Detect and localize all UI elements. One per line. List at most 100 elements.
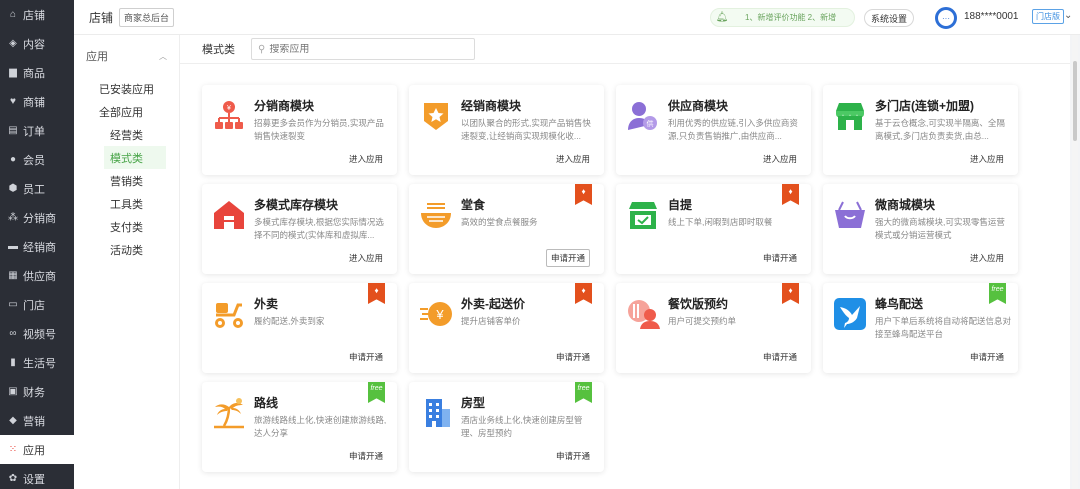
gear-icon: ✿	[8, 473, 18, 484]
nav-item-2[interactable]: ▆ 商品	[0, 58, 74, 87]
app-description: 利用优秀的供应链,引入多供应商资源,只负责售销推广,由供应商...	[668, 118, 798, 141]
subnav-category[interactable]: 经营类	[74, 123, 179, 146]
nav-item-7[interactable]: ⁂ 分销商	[0, 203, 74, 232]
notice-bar[interactable]: 🔔︎ 1、新增评价功能 2、新增	[710, 8, 855, 27]
enter-app-button[interactable]: 进入应用	[349, 252, 383, 264]
nav-item-15[interactable]: ⁙ 应用	[0, 435, 74, 464]
app-card[interactable]: 路线 旅游线路线上化,快速创建旅游线路,达人分享 申请开通 free	[202, 382, 397, 472]
apply-open-button[interactable]: 申请开通	[763, 351, 797, 363]
apply-open-button[interactable]: 申请开通	[970, 351, 1004, 363]
nav-item-1[interactable]: ◈ 内容	[0, 29, 74, 58]
app-card[interactable]: 房型 酒店业务线上化,快速创建房型管理、房型预约 申请开通 free	[409, 382, 604, 472]
nav-item-16[interactable]: ✿ 设置	[0, 464, 74, 489]
app-card[interactable]: ¥ 分销商模块招募更多会员作为分销员,实现产品销售快速裂变进入应用	[202, 85, 397, 175]
nav-item-12[interactable]: ▮ 生活号	[0, 348, 74, 377]
scrollbar-thumb[interactable]	[1073, 61, 1077, 141]
merchant-backend-button[interactable]: 商家总后台	[119, 7, 175, 27]
app-description: 用户可提交预约单	[668, 316, 737, 326]
nav-item-4[interactable]: ▤ 订单	[0, 116, 74, 145]
free-badge-icon: free	[989, 283, 1006, 304]
bookmark-icon: ▮	[10, 357, 16, 368]
apps-icon: ⁙	[8, 444, 18, 455]
avatar[interactable]: ···	[935, 7, 957, 29]
nav-item-0[interactable]: ⌂ 店铺	[0, 0, 74, 29]
app-description: 用户下单后系统将自动将配送信息对接至蜂鸟配送平台	[875, 316, 1011, 339]
app-card[interactable]: ¥ 外卖-起送价 提升店铺客单价 申请开通 ♦	[409, 283, 604, 373]
subnav-category[interactable]: 支付类	[74, 215, 179, 238]
app-card[interactable]: 餐饮版预约 用户可提交预约单 申请开通 ♦	[616, 283, 811, 373]
category-list: 经营类 模式类 营销类 工具类 支付类 活动类	[74, 123, 179, 261]
app-description: 基于云仓概念,可实现半隔离、全隔离模式,多门店负责卖货,由总...	[875, 118, 1005, 141]
app-card[interactable]: 蜂鸟配送用户下单后系统将自动将配送信息对接至蜂鸟配送平台申请开通 free	[823, 283, 1018, 373]
nav-item-label: 内容	[23, 38, 45, 51]
hot-badge-icon: ♦	[368, 283, 385, 304]
nav-item-label: 财务	[23, 386, 45, 399]
subnav-header[interactable]: 应用 ︿	[74, 35, 179, 77]
enter-app-button[interactable]: 进入应用	[970, 252, 1004, 264]
apply-open-button[interactable]: 申请开通	[763, 252, 797, 264]
apply-open-button[interactable]: 申请开通	[349, 351, 383, 363]
app-title: 经销商模块	[461, 99, 522, 113]
category-tab: 模式类	[202, 44, 235, 56]
app-card[interactable]: 经销商模块 以团队聚合的形式,实现产品销售快速裂变,让经销商实现规模化收... 进入…	[409, 85, 604, 175]
app-card[interactable]: 多门店(连锁+加盟) 基于云仓概念,可实现半隔离、全隔离模式,多门店负责卖货,由总…	[823, 85, 1018, 175]
user-phone[interactable]: 188****0001	[964, 11, 1019, 22]
nav-item-3[interactable]: ♥ 商铺	[0, 87, 74, 116]
nav-item-10[interactable]: ▭ 门店	[0, 290, 74, 319]
app-title: 供应商模块	[668, 99, 729, 113]
subnav-installed-apps[interactable]: 已安装应用	[74, 77, 179, 100]
app-card[interactable]: 堂食 高效的堂食点餐服务 申请开通 ♦	[409, 184, 604, 274]
app-description: 多模式库存模块,根据您实际情况选择不同的模式(实体库和虚拟库...	[254, 217, 384, 240]
heart-icon: ♥	[10, 96, 16, 107]
apply-open-button[interactable]: 申请开通	[556, 351, 590, 363]
nav-item-11[interactable]: ∞ 视频号	[0, 319, 74, 348]
chevron-down-icon[interactable]: ⌄	[1064, 10, 1072, 21]
subnav-category[interactable]: 工具类	[74, 192, 179, 215]
nav-item-label: 营销	[23, 415, 45, 428]
scrollbar[interactable]	[1072, 35, 1078, 489]
box-icon: ▦	[8, 270, 18, 281]
app-card[interactable]: 供 供应商模块利用优秀的供应链,引入多供应商资源,只负责售销推广,由供应商... 进…	[616, 85, 811, 175]
dealer-badge-icon	[419, 99, 453, 133]
app-card[interactable]: 外卖 履约配送,外卖到家 申请开通 ♦	[202, 283, 397, 373]
search-box[interactable]: ⚲	[251, 38, 475, 60]
app-description: 招募更多会员作为分销员,实现产品销售快速裂变	[254, 118, 384, 141]
apply-open-button[interactable]: 申请开通	[349, 450, 383, 462]
hotel-icon	[419, 396, 453, 430]
storefront-icon	[833, 99, 867, 133]
nav-item-14[interactable]: ◆ 营销	[0, 406, 74, 435]
enter-app-button[interactable]: 进入应用	[349, 153, 383, 165]
enter-app-button[interactable]: 进入应用	[763, 153, 797, 165]
nav-item-8[interactable]: ▬ 经销商	[0, 232, 74, 261]
apply-open-button[interactable]: 申请开通	[545, 249, 590, 267]
nav-item-label: 员工	[23, 183, 45, 196]
subnav-all-apps[interactable]: 全部应用	[74, 100, 179, 123]
subnav-category[interactable]: 活动类	[74, 238, 179, 261]
app-card[interactable]: 多模式库存模块 多模式库存模块,根据您实际情况选择不同的模式(实体库和虚拟库...…	[202, 184, 397, 274]
nav-item-9[interactable]: ▦ 供应商	[0, 261, 74, 290]
nav-item-5[interactable]: ● 会员	[0, 145, 74, 174]
app-title: 蜂鸟配送	[875, 297, 924, 311]
subnav-category[interactable]: 营销类	[74, 169, 179, 192]
scooter-icon	[212, 297, 246, 331]
hummingbird-icon	[833, 297, 867, 331]
enter-app-button[interactable]: 进入应用	[556, 153, 590, 165]
org-icon: ⁂	[8, 212, 18, 223]
app-card[interactable]: 微商城模块 强大的微商城模块,可实现零售运营模式或分销运营模式 进入应用	[823, 184, 1018, 274]
svg-text:¥: ¥	[227, 105, 231, 112]
home-icon: ⌂	[9, 9, 17, 20]
search-input[interactable]	[269, 43, 460, 55]
nav-item-13[interactable]: ▣ 财务	[0, 377, 74, 406]
system-settings-button[interactable]: 系统设置	[864, 9, 915, 27]
app-title: 分销商模块	[254, 99, 315, 113]
nav-item-6[interactable]: ⬢ 员工	[0, 174, 74, 203]
app-title: 多门店(连锁+加盟)	[875, 99, 975, 113]
apply-open-button[interactable]: 申请开通	[556, 450, 590, 462]
enter-app-button[interactable]: 进入应用	[970, 153, 1004, 165]
free-badge-icon: free	[368, 382, 385, 403]
nav-item-label: 门店	[23, 299, 45, 312]
svg-text:供: 供	[647, 119, 654, 128]
app-description: 履约配送,外卖到家	[254, 316, 325, 326]
app-card[interactable]: 自提 线上下单,闲暇到店即时取餐 申请开通 ♦	[616, 184, 811, 274]
subnav-category[interactable]: 模式类	[104, 146, 166, 169]
